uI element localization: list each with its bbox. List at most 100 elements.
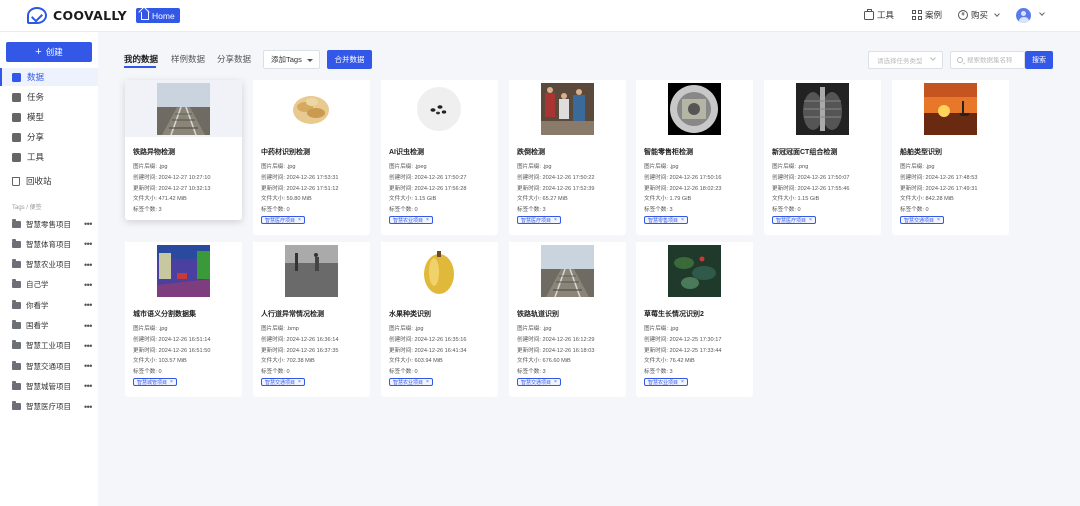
meta-value: 676.60 MiB	[542, 358, 571, 365]
search-box[interactable]	[950, 51, 1025, 69]
sidebar-item-label: 回收站	[26, 176, 52, 186]
more-options-icon[interactable]: •••	[84, 260, 92, 270]
tab-sample-data[interactable]: 样例数据	[171, 53, 205, 65]
tab-my-data[interactable]: 我的数据	[124, 53, 158, 65]
user-avatar[interactable]	[1016, 8, 1031, 23]
more-options-icon[interactable]: •••	[84, 300, 92, 310]
dataset-card[interactable]: 水果种类识别 图片后缀: .jpg 创建时间: 2024-12-26 16:35:1…	[381, 242, 498, 397]
folder-item[interactable]: 智慧医疗项目 •••	[0, 398, 98, 416]
dataset-card[interactable]: 跌倒检测 图片后缀: .jpg 创建时间: 2024-12-26 17:50:22 更…	[509, 80, 626, 235]
more-options-icon[interactable]: •••	[84, 341, 92, 351]
meta-label: 标签个数:	[517, 369, 543, 376]
close-icon[interactable]: ×	[681, 217, 684, 223]
meta-label: 文件大小:	[389, 358, 415, 365]
buy-menu[interactable]: ¥ 购买	[958, 9, 1000, 21]
project-tag-badge[interactable]: 智慧城管项目 ×	[133, 378, 177, 386]
project-tag-badge[interactable]: 智慧交通项目 ×	[261, 378, 305, 386]
project-tag-badge[interactable]: 智慧医疗项目 ×	[517, 216, 561, 224]
meta-value: 0	[414, 369, 418, 376]
task-type-select[interactable]: 请选择任务类型	[868, 51, 943, 69]
close-icon[interactable]: ×	[681, 379, 684, 385]
dataset-card[interactable]: 草莓生长情况识别2 图片后缀: .jpg 创建时间: 2024-12-25 17:3…	[636, 242, 753, 397]
close-icon[interactable]: ×	[298, 217, 301, 223]
dataset-card[interactable]: 中药材识别检测 图片后缀: .jpg 创建时间: 2024-12-26 17:53:…	[253, 80, 370, 235]
project-tag-badge[interactable]: 智慧医疗项目 ×	[261, 216, 305, 224]
close-icon[interactable]: ×	[554, 379, 557, 385]
more-options-icon[interactable]: •••	[84, 361, 92, 371]
chevron-down-icon[interactable]	[1039, 10, 1045, 16]
folder-item[interactable]: 国看学 •••	[0, 317, 98, 335]
meta-value: 842.28 MiB	[925, 196, 954, 203]
close-icon[interactable]: ×	[809, 217, 812, 223]
meta-label: 标签个数:	[389, 369, 415, 376]
add-tags-select[interactable]: 添加Tags	[263, 50, 320, 69]
folder-item[interactable]: 自己学 •••	[0, 276, 98, 294]
project-tag-badge[interactable]: 智慧农业项目 ×	[389, 216, 433, 224]
card-title: 水果种类识别	[389, 311, 431, 318]
folder-item[interactable]: 智慧工业项目 •••	[0, 337, 98, 355]
sidebar-item-3[interactable]: 分享	[0, 128, 98, 146]
meta-label: 更新时间:	[900, 185, 926, 192]
dataset-card[interactable]: AI识虫检测 图片后缀: .jpeg 创建时间: 2024-12-26 17:50:…	[381, 80, 498, 235]
dataset-card[interactable]: 铁路异物检测 图片后缀: .jpg 创建时间: 2024-12-27 10:27:1…	[125, 80, 242, 220]
more-options-icon[interactable]: •••	[84, 321, 92, 331]
sidebar-item-5[interactable]: 回收站	[0, 172, 98, 190]
card-format-line: 图片后缀: .jpg	[644, 324, 679, 332]
more-options-icon[interactable]: •••	[84, 381, 92, 391]
dataset-card[interactable]: 船舶类型识别 图片后缀: .jpg 创建时间: 2024-12-26 17:48:5…	[892, 80, 1009, 235]
sidebar-item-2[interactable]: 模型	[0, 108, 98, 126]
brand-logo[interactable]: COOVALLY	[27, 7, 127, 24]
folder-item[interactable]: 智慧城管项目 •••	[0, 377, 98, 395]
folder-item[interactable]: 你看学 •••	[0, 296, 98, 314]
sidebar-item-1[interactable]: 任务	[0, 88, 98, 106]
tools-menu[interactable]: 工具	[864, 8, 894, 21]
dataset-card[interactable]: 智能零售柜检测 图片后缀: .jpg 创建时间: 2024-12-26 17:50:…	[636, 80, 753, 235]
merge-data-button[interactable]: 合并数据	[327, 50, 372, 69]
search-input[interactable]	[967, 56, 1025, 64]
more-options-icon[interactable]: •••	[84, 280, 92, 290]
card-format-line: 图片后缀: .jpg	[133, 324, 168, 332]
dataset-card[interactable]: 城市语义分割数据集 图片后缀: .jpg 创建时间: 2024-12-26 16:5…	[125, 242, 242, 397]
card-size-line: 文件大小: 842.28 MiB	[900, 194, 954, 202]
dataset-card[interactable]: 铁路轨道识别 图片后缀: .jpg 创建时间: 2024-12-26 16:12:2…	[509, 242, 626, 397]
folder-icon	[12, 340, 21, 350]
close-icon[interactable]: ×	[937, 217, 940, 223]
close-icon[interactable]: ×	[426, 379, 429, 385]
project-tag-badge[interactable]: 智慧农业项目 ×	[389, 378, 433, 386]
card-created-line: 创建时间: 2024-12-26 17:53:31	[261, 173, 338, 181]
project-tag-badge[interactable]: 智慧农业项目 ×	[644, 378, 688, 386]
close-icon[interactable]: ×	[298, 379, 301, 385]
folder-label: 你看学	[26, 300, 49, 310]
sidebar-item-0[interactable]: 数据	[0, 68, 98, 86]
project-tag-badge[interactable]: 智慧交通项目 ×	[517, 378, 561, 386]
home-button[interactable]: Home	[136, 8, 180, 23]
project-tag-badge[interactable]: 智慧医疗项目 ×	[772, 216, 816, 224]
close-icon[interactable]: ×	[426, 217, 429, 223]
tab-shared-data[interactable]: 分享数据	[217, 53, 251, 65]
folder-item[interactable]: 智慧体育项目 •••	[0, 235, 98, 253]
folder-item[interactable]: 智慧农业项目 •••	[0, 256, 98, 274]
meta-label: 文件大小:	[133, 196, 159, 203]
plus-icon: +	[35, 46, 42, 58]
meta-label: 图片后缀:	[900, 164, 926, 170]
meta-value: .jpg	[542, 326, 552, 332]
card-thumbnail-area	[636, 80, 753, 137]
dataset-thumbnail	[796, 83, 849, 135]
sidebar-item-4[interactable]: 工具	[0, 148, 98, 166]
close-icon[interactable]: ×	[554, 217, 557, 223]
meta-value: 76.42 MiB	[669, 358, 695, 365]
search-button[interactable]: 搜索	[1025, 51, 1053, 69]
project-tag-badge[interactable]: 智慧交通项目 ×	[900, 216, 944, 224]
dataset-card[interactable]: 人行道异常情况检测 图片后缀: .bmp 创建时间: 2024-12-26 16:3…	[253, 242, 370, 397]
close-icon[interactable]: ×	[170, 379, 173, 385]
more-options-icon[interactable]: •••	[84, 219, 92, 229]
cases-menu[interactable]: 案例	[912, 9, 942, 21]
folder-item[interactable]: 智慧交通项目 •••	[0, 357, 98, 375]
grid-icon	[912, 10, 922, 20]
more-options-icon[interactable]: •••	[84, 402, 92, 412]
more-options-icon[interactable]: •••	[84, 239, 92, 249]
create-button[interactable]: + 创建	[6, 42, 92, 62]
dataset-card[interactable]: 新冠冠面CT组合检测 图片后缀: .png 创建时间: 2024-12-26 17:…	[764, 80, 881, 235]
project-tag-badge[interactable]: 智慧零售项目 ×	[644, 216, 688, 224]
folder-item[interactable]: 智慧零售项目 •••	[0, 215, 98, 233]
